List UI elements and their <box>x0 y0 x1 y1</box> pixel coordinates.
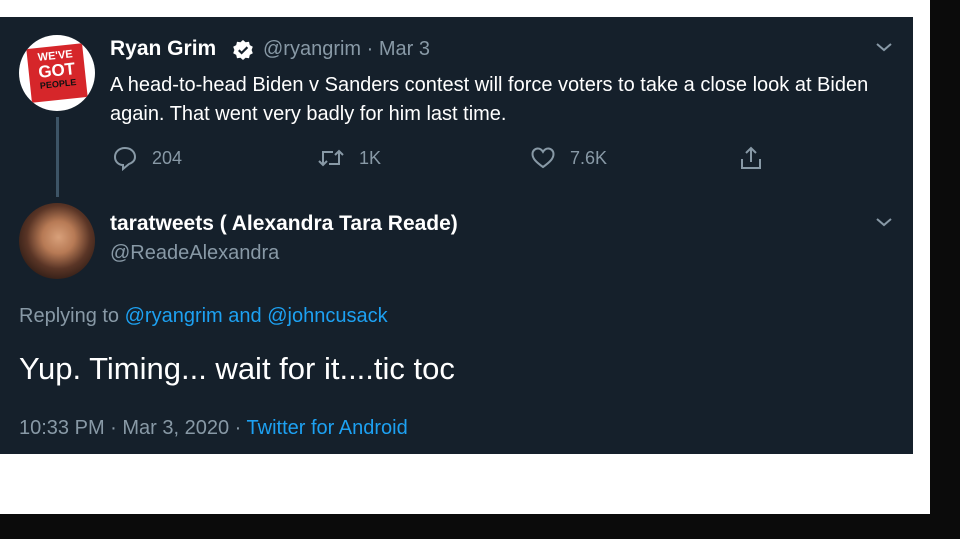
like-icon <box>531 147 555 169</box>
handle[interactable]: @ReadeAlexandra <box>110 242 279 265</box>
chevron-down-icon[interactable] <box>874 40 894 54</box>
replying-prefix: Replying to <box>19 305 120 327</box>
reply-icon <box>113 146 137 171</box>
share-icon <box>741 146 761 169</box>
chevron-down-icon[interactable] <box>874 215 894 229</box>
reply-count: 204 <box>152 147 183 168</box>
frame-right-border <box>930 0 960 539</box>
tweet-text: A head-to-head Biden v Sanders contest w… <box>110 74 869 125</box>
like-button[interactable]: 7.6K <box>530 145 607 171</box>
tweet-meta: 10:33 PM · Mar 3, 2020 · Twitter for And… <box>19 417 408 440</box>
avatar-ryangrim[interactable]: WE'VE GOT PEOPLE <box>19 35 95 111</box>
display-name[interactable]: taratweets ( Alexandra Tara Reade) <box>110 212 458 236</box>
retweet-count: 1K <box>359 147 382 168</box>
retweet-button[interactable]: 1K <box>317 145 381 171</box>
tweet-card: WE'VE GOT PEOPLE Ryan Grim @ryangrim · M… <box>0 17 913 454</box>
verified-badge-icon <box>232 39 254 61</box>
share-button[interactable] <box>738 145 778 171</box>
like-count: 7.6K <box>570 147 608 168</box>
handle-and-date[interactable]: @ryangrim · Mar 3 <box>263 38 430 61</box>
source-link[interactable]: Twitter for Android <box>247 417 408 439</box>
tweet-text: Yup. Timing... wait for it....tic toc <box>19 351 455 386</box>
thread-connector-line <box>56 117 59 197</box>
avatar-sign-logo: WE'VE GOT PEOPLE <box>26 43 88 103</box>
timestamp[interactable]: 10:33 PM · Mar 3, 2020 · <box>19 417 241 439</box>
replying-and[interactable]: and <box>228 305 261 327</box>
reply-button[interactable]: 204 <box>112 145 182 171</box>
frame-bottom-border <box>0 514 960 539</box>
mention-link-johncusack[interactable]: @johncusack <box>267 305 387 327</box>
avatar-readealexandra[interactable] <box>19 203 95 279</box>
mention-link-ryangrim[interactable]: @ryangrim <box>125 305 223 327</box>
replying-to-line: Replying to @ryangrim and @johncusack <box>19 305 388 328</box>
retweet-icon <box>318 149 344 167</box>
display-name[interactable]: Ryan Grim <box>110 37 216 61</box>
